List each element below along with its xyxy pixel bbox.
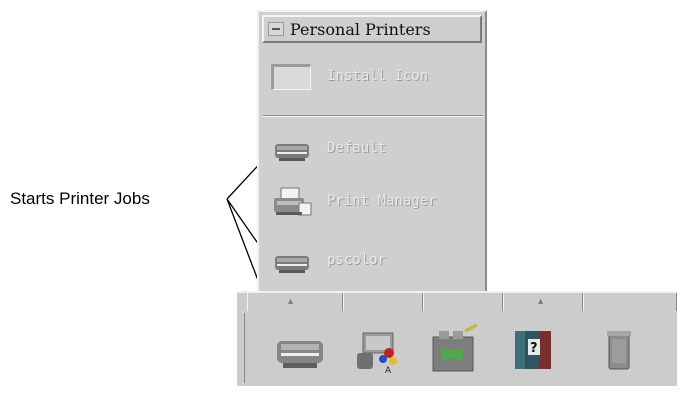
install-icon-row[interactable]: Install Icon — [269, 58, 479, 98]
svg-text:?: ? — [530, 341, 538, 356]
subpanel-arrow[interactable] — [583, 293, 677, 311]
personal-printers-subpanel: Personal Printers Install Icon Default P… — [257, 10, 487, 295]
subpanel-item-default[interactable]: Default — [269, 130, 479, 170]
style-manager-icon[interactable]: A — [349, 323, 405, 375]
front-panel-left-edge — [237, 313, 245, 383]
printer-icon — [275, 256, 309, 273]
application-manager-icon[interactable] — [427, 323, 483, 375]
printer-icon[interactable] — [273, 323, 329, 375]
arrow-up-icon: ▴ — [288, 296, 294, 307]
subpanel-item-print-manager[interactable]: Print Manager — [269, 183, 479, 223]
subpanel-item-pscolor[interactable]: pscolor — [269, 242, 479, 282]
subpanel-item-label: Print Manager — [327, 193, 437, 209]
subpanel-arrow-row: ▴ ▴ — [237, 293, 677, 311]
printer-subpanel-arrow[interactable]: ▴ — [247, 293, 343, 311]
printer-icon — [275, 144, 309, 161]
subpanel-close-button[interactable] — [268, 22, 284, 36]
svg-text:A: A — [385, 366, 392, 375]
trash-icon[interactable] — [591, 323, 647, 375]
subpanel-title: Personal Printers — [290, 20, 431, 39]
subpanel-item-label: pscolor — [327, 252, 387, 268]
front-panel: ▴ ▴ A ? — [237, 291, 677, 386]
subpanel-arrow[interactable] — [423, 293, 503, 311]
subpanel-arrow[interactable] — [343, 293, 423, 311]
arrow-up-icon: ▴ — [538, 296, 544, 307]
subpanel-item-label: Default — [327, 140, 387, 156]
install-drop-zone-icon[interactable] — [271, 64, 311, 90]
print-manager-icon — [274, 187, 312, 216]
subpanel-title-bar: Personal Printers — [262, 15, 482, 43]
install-icon-label: Install Icon — [327, 68, 429, 84]
subpanel-arrow[interactable]: ▴ — [503, 293, 583, 311]
help-icon[interactable]: ? — [509, 323, 565, 375]
subpanel-divider — [263, 115, 483, 117]
callout-label: Starts Printer Jobs — [10, 189, 150, 208]
